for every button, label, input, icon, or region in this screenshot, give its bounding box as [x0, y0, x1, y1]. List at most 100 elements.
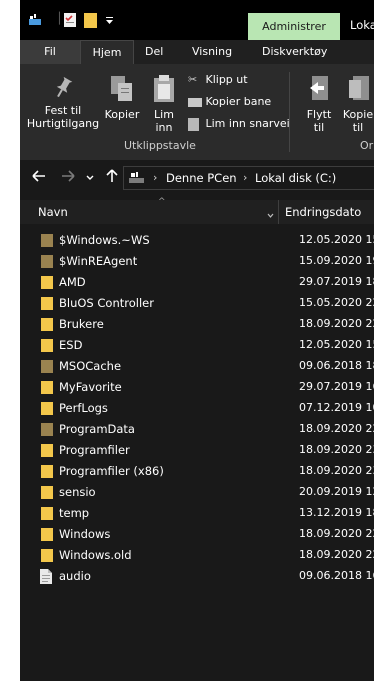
breadcrumb-separator-icon: › — [153, 171, 158, 184]
file-row[interactable]: temp 13.12.2019 18.1 — [20, 503, 374, 524]
file-row[interactable]: Brukere 18.09.2020 22.1 — [20, 314, 374, 335]
pin-label: Fest til Hurtigtilgang — [26, 104, 100, 130]
file-date-modified: 07.12.2019 10.1 — [299, 401, 374, 414]
arrow-up-icon — [106, 168, 118, 186]
copy-button[interactable]: Kopier — [104, 74, 140, 121]
file-name: ProgramData — [59, 422, 135, 436]
cut-button[interactable]: ✂ Klipp ut — [188, 73, 248, 86]
file-date-modified: 18.09.2020 23.1 — [299, 443, 374, 456]
back-button[interactable] — [30, 168, 48, 186]
quick-access-dropdown-icon[interactable] — [105, 16, 114, 29]
file-name: sensio — [59, 485, 96, 499]
file-row[interactable]: BluOS Controller 15.05.2020 22.5 — [20, 293, 374, 314]
chevron-down-icon[interactable] — [267, 208, 274, 221]
hidden-folder-icon — [40, 233, 54, 247]
file-name: Windows.old — [59, 548, 132, 562]
scissors-icon: ✂ — [188, 73, 198, 86]
file-date-modified: 18.09.2020 22.1 — [299, 548, 374, 561]
copy-to-label: Kopie til — [342, 108, 374, 134]
file-row[interactable]: $Windows.~WS 12.05.2020 15.1 — [20, 230, 374, 251]
file-row[interactable]: MSOCache 09.06.2018 18.3 — [20, 356, 374, 377]
recent-locations-button[interactable] — [84, 168, 96, 186]
file-row[interactable]: AMD 29.07.2019 18.3 — [20, 272, 374, 293]
tab-view[interactable]: Visning — [192, 40, 232, 64]
folder-icon — [40, 338, 54, 352]
quick-access-checklist-icon[interactable] — [64, 13, 76, 30]
up-button[interactable] — [103, 168, 121, 186]
address-bar[interactable]: › Denne PCen › Lokal disk (C:) — [123, 166, 374, 190]
move-to-button[interactable]: Flytt til — [302, 74, 336, 134]
file-name: PerfLogs — [59, 401, 108, 415]
cut-label: Klipp ut — [205, 73, 248, 86]
hidden-folder-icon — [40, 359, 54, 373]
file-date-modified: 18.09.2020 22.1 — [299, 317, 374, 330]
file-row[interactable]: Windows 18.09.2020 22.1 — [20, 524, 374, 545]
file-date-modified: 18.09.2020 22.1 — [299, 527, 374, 540]
file-row[interactable]: $WinREAgent 15.09.2020 19.3 — [20, 251, 374, 272]
tab-share[interactable]: Del — [145, 40, 163, 64]
file-name: $WinREAgent — [59, 254, 138, 268]
file-row[interactable]: MyFavorite 29.07.2019 16.4 — [20, 377, 374, 398]
file-date-modified: 18.09.2020 22.2 — [299, 422, 374, 435]
chevron-down-icon — [86, 171, 94, 184]
file-row[interactable]: ProgramData 18.09.2020 22.2 — [20, 419, 374, 440]
folder-icon — [40, 317, 54, 331]
file-name: Programfiler (x86) — [59, 464, 164, 478]
file-date-modified: 20.09.2019 12.2 — [299, 485, 374, 498]
tab-file[interactable]: Fil — [20, 40, 80, 64]
navigation-bar: › Denne PCen › Lokal disk (C:) — [20, 160, 374, 196]
paste-shortcut-icon — [188, 117, 199, 131]
column-divider[interactable] — [278, 200, 279, 224]
arrow-left-icon — [32, 169, 46, 185]
hidden-folder-icon — [40, 254, 54, 268]
pin-quick-access-button[interactable]: Fest til Hurtigtilgang — [26, 76, 100, 130]
file-name: Brukere — [59, 317, 104, 331]
copy-path-label: Kopier bane — [205, 95, 272, 108]
file-name: MyFavorite — [59, 380, 122, 394]
file-date-modified: 18.09.2020 23.1 — [299, 464, 374, 477]
file-date-modified: 15.09.2020 19.3 — [299, 254, 374, 267]
folder-icon — [40, 506, 54, 520]
manage-contextual-tab[interactable]: Administrer — [248, 13, 340, 40]
folder-icon — [40, 548, 54, 562]
explorer-window: │ Administrer Loka Fil Hjem Del Visning … — [20, 0, 374, 681]
folder-icon — [40, 485, 54, 499]
paste-shortcut-button[interactable]: Lim inn snarvei — [188, 117, 290, 131]
file-name: MSOCache — [59, 359, 122, 373]
file-row[interactable]: sensio 20.09.2019 12.2 — [20, 482, 374, 503]
file-date-modified: 12.05.2020 15.3 — [299, 338, 374, 351]
arrow-right-icon — [61, 169, 75, 185]
file-row[interactable]: Programfiler 18.09.2020 23.1 — [20, 440, 374, 461]
breadcrumb-this-pc[interactable]: Denne PCen — [166, 171, 237, 185]
file-row[interactable]: ESD 12.05.2020 15.3 — [20, 335, 374, 356]
file-name: Programfiler — [59, 443, 130, 457]
file-name: ESD — [59, 338, 83, 352]
folder-icon — [40, 464, 54, 478]
column-header-date-modified[interactable]: Endringsdato — [285, 205, 361, 219]
paste-button[interactable]: Lim inn — [148, 74, 180, 134]
quick-access-properties-icon[interactable] — [29, 14, 43, 29]
quick-access-folder-icon[interactable] — [84, 13, 97, 31]
breadcrumb-local-disk[interactable]: Lokal disk (C:) — [255, 171, 336, 185]
file-row[interactable]: audio 09.06.2018 16.1 — [20, 566, 374, 587]
file-name: BluOS Controller — [59, 296, 154, 310]
sort-ascending-icon: ^ — [158, 197, 166, 207]
folder-icon — [40, 380, 54, 394]
tab-drive-tools[interactable]: Diskverktøy — [262, 40, 327, 64]
folder-icon — [40, 296, 54, 310]
copy-to-button[interactable]: Kopie til — [341, 74, 374, 134]
column-header-name[interactable]: Navn — [38, 205, 68, 219]
separator: │ — [56, 12, 63, 25]
file-date-modified: 09.06.2018 18.3 — [299, 359, 374, 372]
file-row[interactable]: PerfLogs 07.12.2019 10.1 — [20, 398, 374, 419]
file-name: Windows — [59, 527, 111, 541]
tab-home[interactable]: Hjem — [80, 40, 134, 64]
forward-button[interactable] — [59, 168, 77, 186]
file-row[interactable]: Windows.old 18.09.2020 22.1 — [20, 545, 374, 566]
copy-to-icon — [341, 74, 374, 108]
pin-icon — [26, 76, 100, 104]
copy-path-button[interactable]: Kopier bane — [188, 95, 271, 108]
file-date-modified: 12.05.2020 15.1 — [299, 233, 374, 246]
file-row[interactable]: Programfiler (x86) 18.09.2020 23.1 — [20, 461, 374, 482]
paste-shortcut-label: Lim inn snarvei — [205, 117, 290, 130]
